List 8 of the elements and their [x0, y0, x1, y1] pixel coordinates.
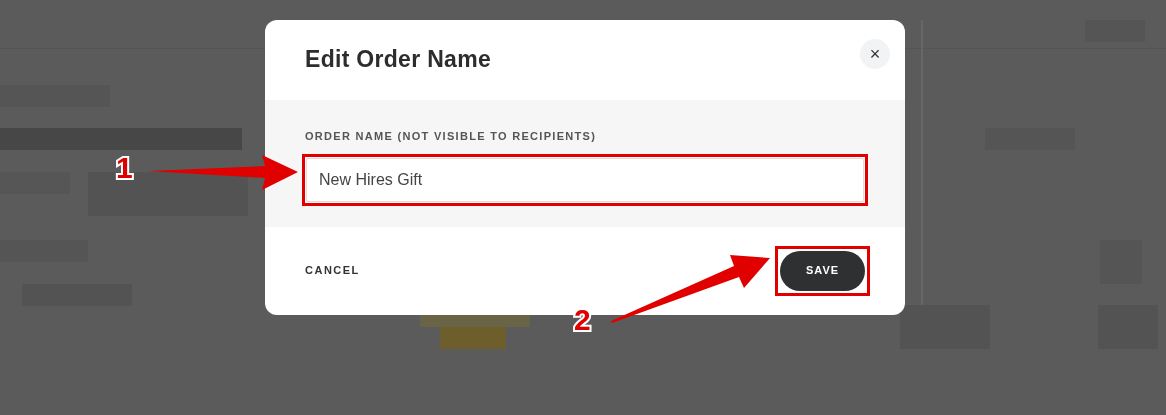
dialog-title: Edit Order Name — [305, 46, 491, 74]
close-button[interactable]: × — [860, 39, 890, 69]
cancel-button[interactable]: CANCEL — [305, 262, 360, 279]
step-number: 1 — [116, 151, 133, 184]
arrow-icon — [611, 255, 770, 323]
save-button[interactable]: SAVE — [780, 250, 865, 291]
field-label: ORDER NAME (NOT VISIBLE TO RECIPIENTS) — [305, 129, 597, 144]
order-name-input[interactable]: New Hires Gift — [306, 157, 864, 202]
